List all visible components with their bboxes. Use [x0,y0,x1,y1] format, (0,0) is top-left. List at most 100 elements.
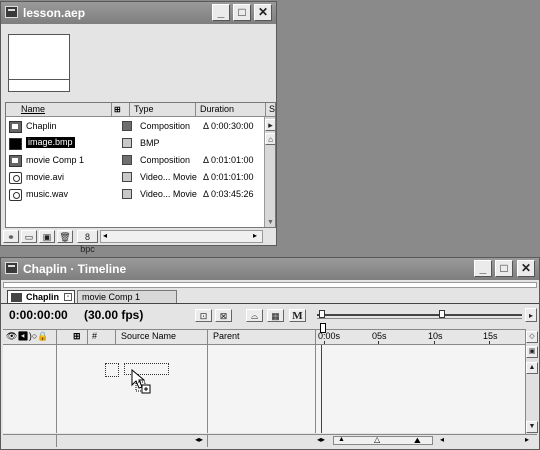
motion-blur-button[interactable]: M [289,309,306,322]
composition-icon [11,293,22,302]
project-item-type: Video... Movie [140,189,197,199]
tab-chaplin[interactable]: Chaplin ▫ [7,290,75,304]
maximize-button[interactable]: □ [495,260,513,277]
new-composition-icon[interactable]: ▣ [39,230,55,243]
scroll-down-arrow-icon[interactable]: ▼ [267,219,274,226]
project-item-name: music.wav [26,189,69,199]
timeline-top-strip [3,282,537,288]
find-binoculars-icon[interactable]: ⚭ [3,230,19,243]
project-item-type: BMP [140,138,160,148]
project-item-row[interactable]: movie.avi Video... Movie Δ 0:01:01:00 [6,169,264,186]
label-color-swatch[interactable] [122,189,132,199]
comp-shield-icon[interactable]: ◇ [526,331,538,343]
bit-depth-button[interactable]: 8 bpc [77,230,98,254]
composition-icon [9,121,22,133]
project-bottom-toolbar: ⚭ ▭ ▣ 🗑 8 bpc ◂ ▸ [3,230,274,254]
av-features-icons[interactable]: 👁◀)○🔒 [6,331,49,342]
panel-menu-arrow-icon[interactable]: ▸ [265,119,275,131]
work-area-start-handle[interactable] [319,310,325,318]
zoom-slider[interactable]: ▲ △ ⛰ [333,435,433,446]
parent-header[interactable]: Parent [213,331,240,341]
zoom-thumb-icon[interactable]: △ [374,435,380,444]
project-app-icon [5,6,18,18]
project-vertical-scrollbar[interactable]: ▸ ⌂ ▼ [264,117,275,227]
layer-number-header[interactable]: # [92,331,97,341]
project-window: lesson.aep _ □ ✕ Name ⊞ Type Duration S … [0,1,277,254]
flowchart-icon[interactable]: ⌂ [265,133,275,145]
project-item-name: movie.avi [26,172,65,182]
timeline-bottom-bar: ◂▸ ◂▸ ▲ △ ⛰ ◂ ▸ [3,434,537,447]
column-header-s[interactable]: S [266,103,275,117]
layers-area[interactable] [3,345,525,433]
project-item-name: movie Comp 1 [26,155,85,165]
right-side-buttons: ◇ ▣ ▲ ▼ [525,329,538,437]
movie-file-icon [9,172,22,184]
label-column-icon[interactable]: ⊞ [73,331,81,342]
project-item-row[interactable]: movie Comp 1 Composition Δ 0:01:01:00 [6,152,264,169]
current-time-display[interactable]: 0:00:00:00 [9,308,68,322]
label-color-swatch[interactable] [122,138,132,148]
timeline-panel-menu-icon[interactable]: ▸ [525,308,537,322]
project-item-duration: Δ 0:01:01:00 [203,172,254,182]
project-item-name: Chaplin [26,121,57,131]
scroll-right-arrow-icon[interactable]: ▸ [253,231,257,240]
project-item-duration: Δ 0:03:45:26 [203,189,254,199]
project-item-type: Video... Movie [140,172,197,182]
project-item-type: Composition [140,155,191,165]
new-folder-icon[interactable]: ▭ [21,230,37,243]
close-button[interactable]: ✕ [517,260,535,277]
scroll-up-arrow-icon[interactable]: ▲ [526,362,538,374]
column-header-duration[interactable]: Duration [196,103,266,117]
tab-movie-comp-1[interactable]: movie Comp 1 [77,290,177,304]
ruler-tick-label: 0:00s [318,331,341,341]
render-comp-icon[interactable]: ▣ [526,346,538,358]
ruler-tick-mark [489,341,490,344]
project-item-row[interactable]: image.bmp BMP [6,135,264,152]
column-header-name[interactable]: Name [6,103,112,117]
project-window-titlebar[interactable]: lesson.aep _ □ ✕ [1,2,276,24]
project-item-row[interactable]: Chaplin Composition Δ 0:00:30:00 [6,118,264,135]
comp-window-icon[interactable]: ⊠ [215,309,232,322]
column-header-label-icon[interactable]: ⊞ [112,103,130,117]
source-name-header[interactable]: Source Name [121,331,176,341]
ruler-tick-label: 15s [483,331,498,341]
project-item-row[interactable]: music.wav Video... Movie Δ 0:03:45:26 [6,186,264,203]
minimize-button[interactable]: _ [474,260,492,277]
ruler-tick-mark [434,341,435,344]
label-color-swatch[interactable] [122,172,132,182]
label-color-swatch[interactable] [122,155,132,165]
scroll-left-arrow-icon[interactable]: ◂ [103,231,107,240]
zoom-out-icon[interactable]: ▲ [338,436,345,443]
footage-preview-thumbnail [8,34,70,92]
current-time-line [321,345,322,433]
frame-rate-label: (30.00 fps) [84,308,144,322]
tab-menu-icon[interactable]: ▫ [64,293,72,301]
shy-layers-icon[interactable]: ⌓ [246,309,263,322]
expand-collapse-panes-icon[interactable]: ◂▸ [195,435,203,444]
maximize-button[interactable]: □ [233,4,251,21]
zoom-in-icon[interactable]: ⛰ [414,436,421,446]
scroll-right-arrow-icon[interactable]: ▸ [525,435,529,444]
label-color-swatch[interactable] [122,121,132,131]
timeline-window-title: Chaplin · Timeline [23,262,127,276]
scroll-down-arrow-icon[interactable]: ▼ [526,421,538,433]
minimize-button[interactable]: _ [212,4,230,21]
time-navigator[interactable] [317,308,522,322]
timeline-scroll-arrows-icon[interactable]: ◂▸ [317,435,325,444]
audio-file-icon [9,189,22,201]
column-header-type[interactable]: Type [130,103,196,117]
project-item-duration: Δ 0:00:30:00 [203,121,254,131]
project-window-title: lesson.aep [23,6,86,20]
timeline-window: Chaplin · Timeline _ □ ✕ Chaplin ▫ movie… [0,257,540,450]
project-horizontal-scrollbar[interactable]: ◂ ▸ [100,230,263,243]
scroll-left-arrow-icon[interactable]: ◂ [440,435,444,444]
comp-flowchart-icon[interactable]: ⊡ [195,309,212,322]
frame-blending-icon[interactable]: ▦ [267,309,284,322]
close-button[interactable]: ✕ [254,4,272,21]
timeline-window-titlebar[interactable]: Chaplin · Timeline _ □ ✕ [1,258,539,280]
project-item-name: image.bmp [26,137,75,148]
time-ruler[interactable]: 0:00s 05s 10s 15s [316,323,525,345]
work-area-end-handle[interactable] [439,310,445,318]
trash-icon[interactable]: 🗑 [57,230,73,243]
image-file-icon [9,138,22,150]
